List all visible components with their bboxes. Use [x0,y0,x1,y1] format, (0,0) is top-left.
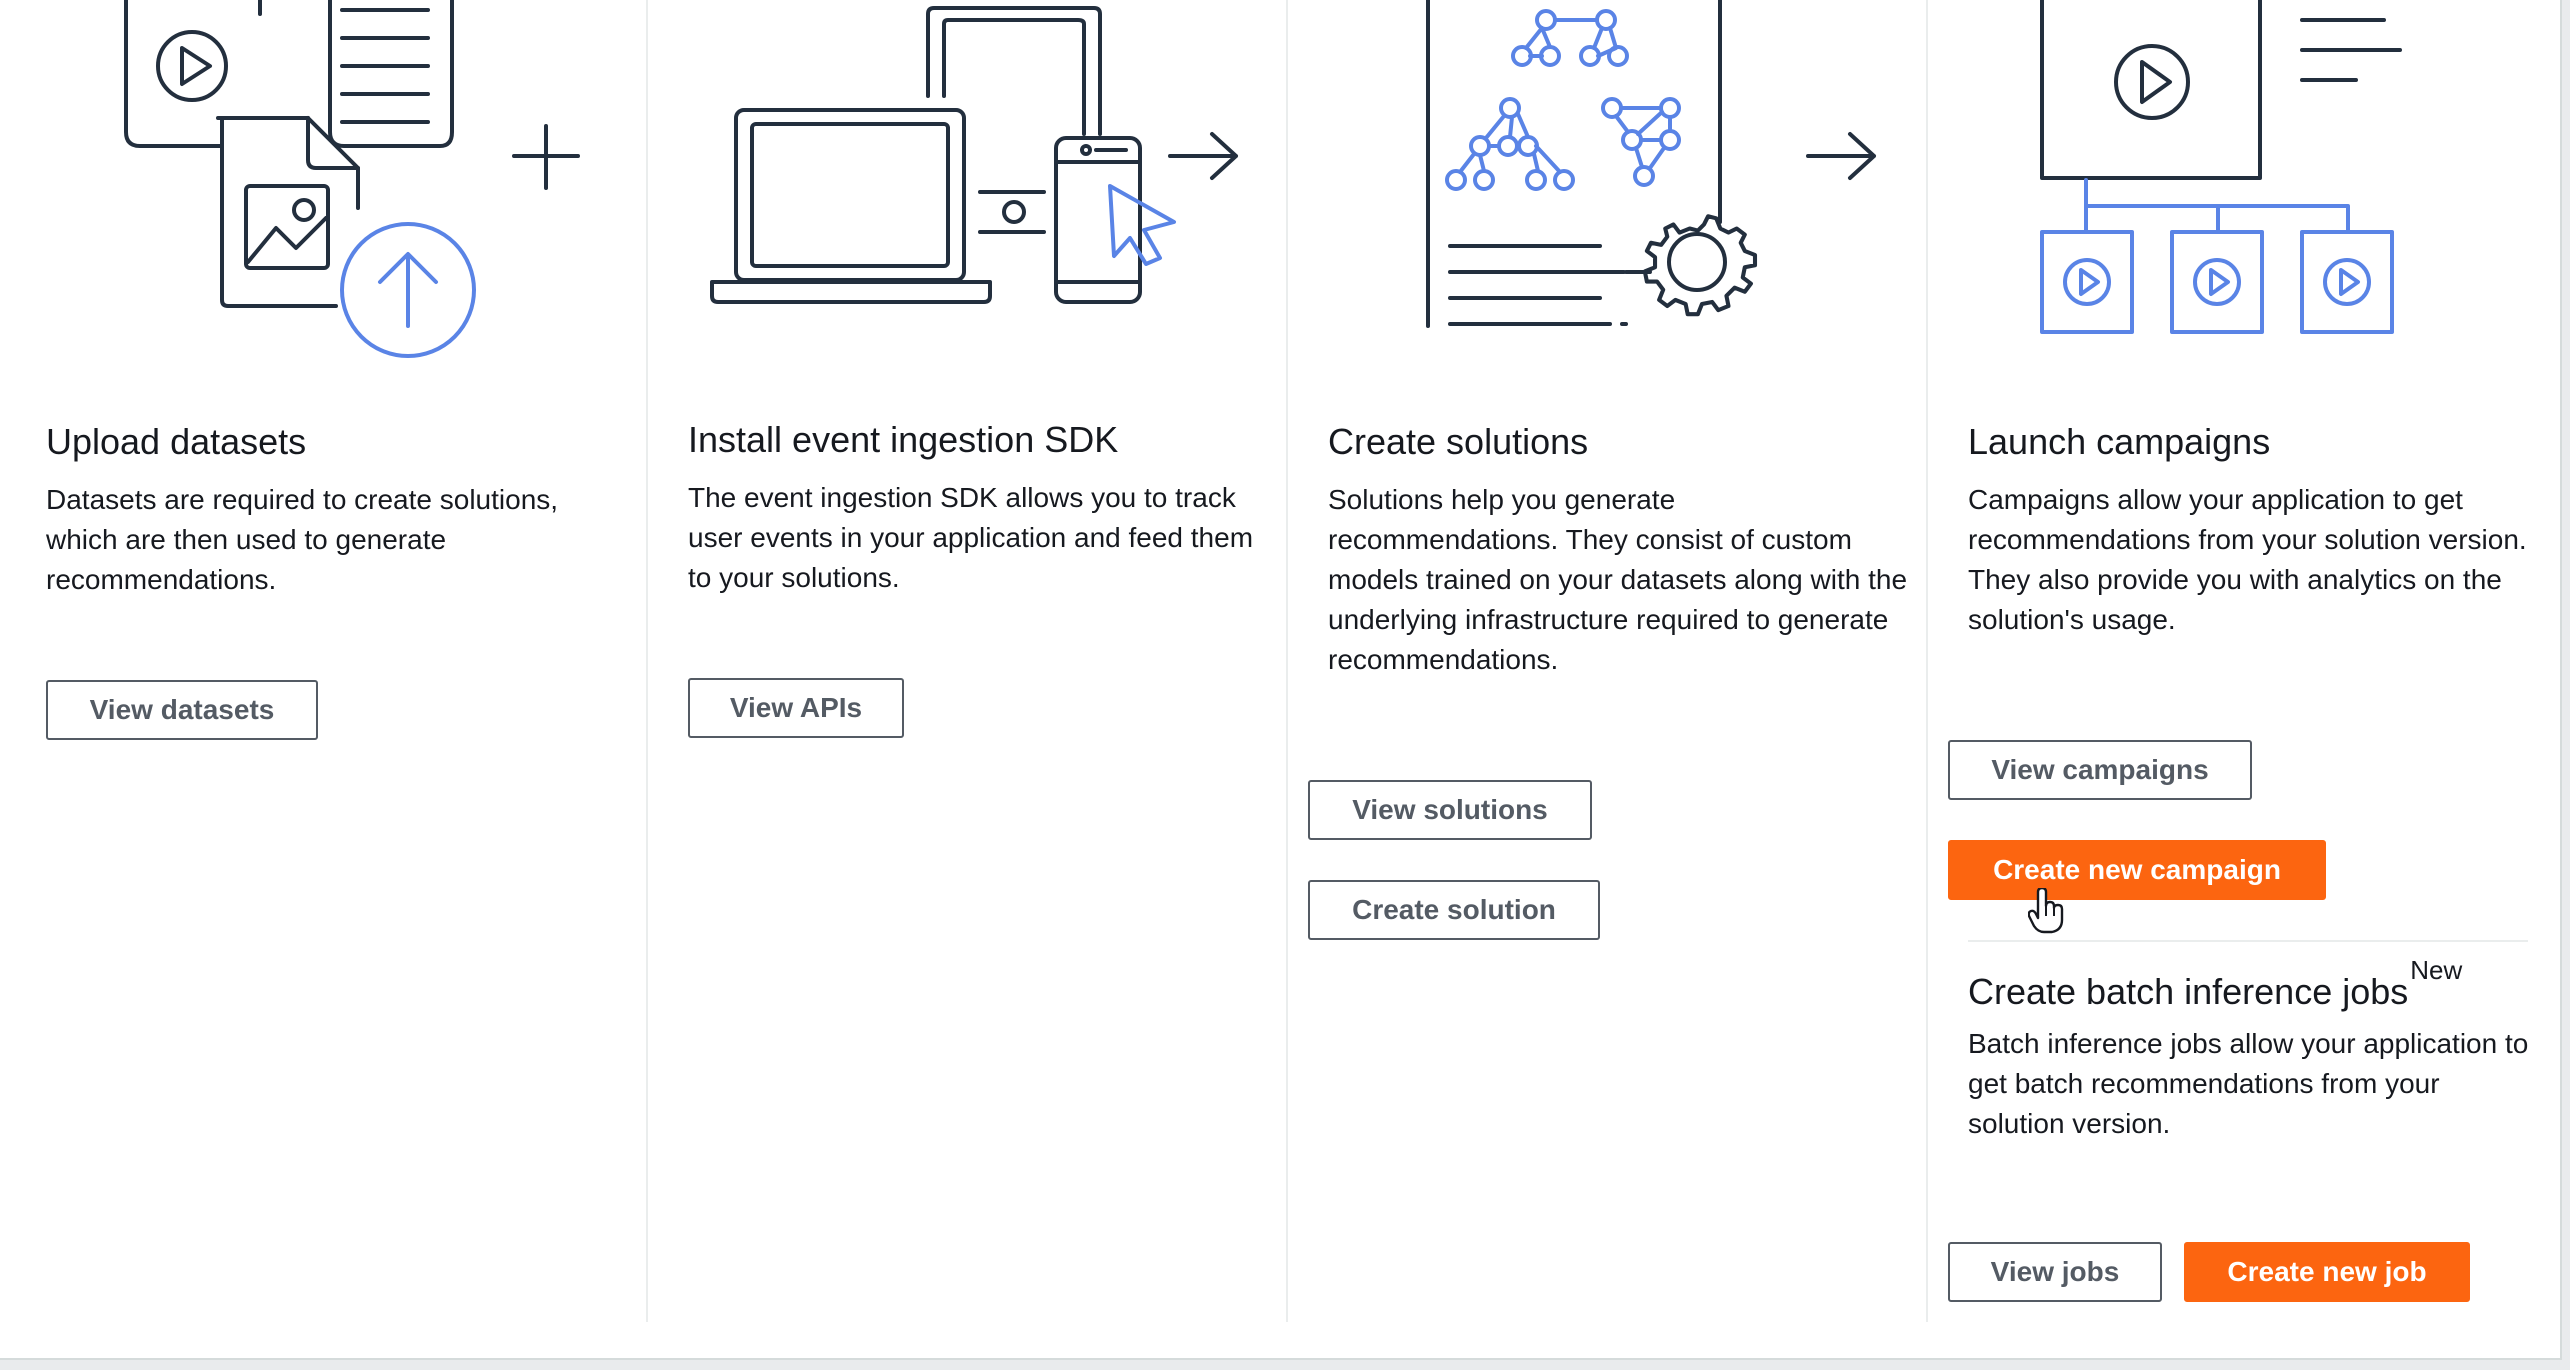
batch-title-text: Create batch inference jobs [1968,971,2409,1012]
network-icon [1445,97,1575,191]
card-description-launch-campaigns: Campaigns allow your application to get … [1968,484,2527,635]
view-apis-button[interactable]: View APIs [688,678,904,738]
card-description-create-solutions: Solutions help you generate recommendati… [1328,484,1908,675]
section-divider [1968,940,2528,942]
hand-cursor-icon [2028,888,2064,934]
play-icon [2063,258,2111,306]
column-divider [1286,0,1288,1322]
play-icon [2114,44,2190,120]
play-icon [2323,258,2371,306]
network-icon [1601,97,1681,187]
card-title-create-solutions: Create solutions [1328,421,1589,462]
solutions-illustration [1426,0,1876,328]
devices-illustration [710,6,1238,304]
network-icon [1511,9,1629,67]
getting-started-panel: Upload datasets Datasets are required to… [0,0,2562,1360]
view-solutions-button[interactable]: View solutions [1308,780,1592,840]
view-jobs-button[interactable]: View jobs [1948,1242,2162,1302]
column-divider [646,0,648,1322]
view-campaigns-button[interactable]: View campaigns [1948,740,2252,800]
card-description-batch-inference: Batch inference jobs allow your applicat… [1968,1028,2529,1139]
card-description-upload-datasets: Datasets are required to create solution… [46,484,559,595]
gear-icon [1642,214,1758,317]
play-icon [2193,258,2241,306]
card-title-install-sdk: Install event ingestion SDK [688,419,1119,460]
card-title-upload-datasets: Upload datasets [46,421,307,462]
card-title-launch-campaigns: Launch campaigns [1968,421,2271,462]
upload-datasets-illustration [124,0,580,358]
arrow-right-icon [1168,132,1238,180]
laptop-icon [734,108,966,282]
card-title-batch-inference: Create batch inference jobsNew [1968,955,2462,1014]
card-description-install-sdk: The event ingestion SDK allows you to tr… [688,482,1254,593]
create-solution-button[interactable]: Create solution [1308,880,1600,940]
create-new-campaign-button[interactable]: Create new campaign [1948,840,2326,900]
play-icon [156,30,228,102]
arrow-right-icon [1806,132,1876,180]
column-divider [1926,0,1928,1322]
campaigns-illustration [2040,0,2402,334]
create-new-job-button[interactable]: Create new job [2184,1242,2470,1302]
view-datasets-button[interactable]: View datasets [46,680,318,740]
new-badge: New [2410,955,2463,985]
